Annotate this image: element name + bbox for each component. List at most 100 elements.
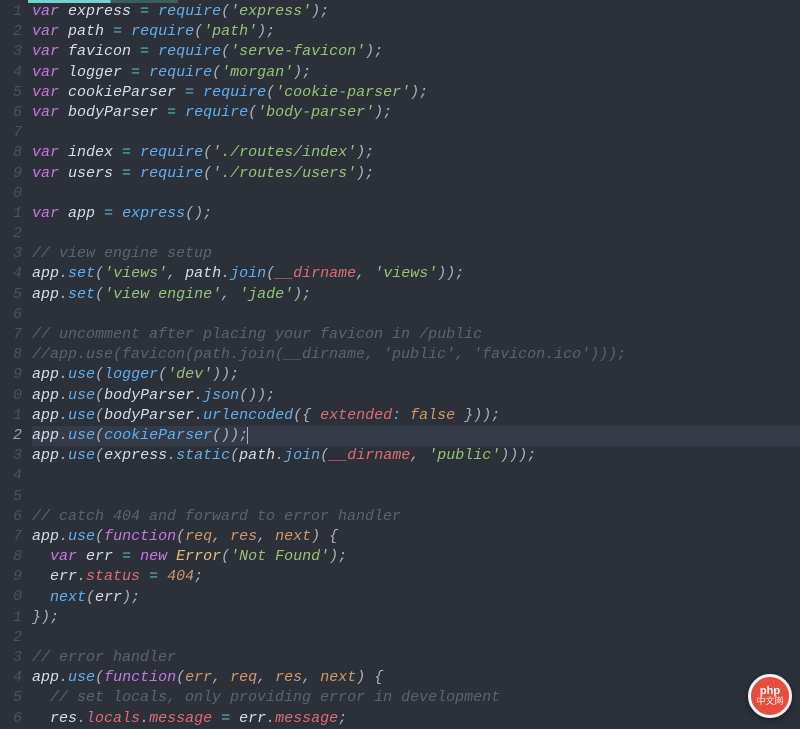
token-kw: var [32, 84, 59, 101]
code-line[interactable]: //app.use(favicon(path.join(__dirname, '… [32, 345, 800, 365]
token-punc: ()); [212, 427, 248, 444]
code-line[interactable]: app.use(function(req, res, next) { [32, 527, 800, 547]
token-punc: ( [95, 669, 104, 686]
token-fn: require [158, 3, 221, 20]
token-str: './routes/users' [212, 165, 356, 182]
token-punc: ); [311, 3, 329, 20]
code-line[interactable]: var cookieParser = require('cookie-parse… [32, 83, 800, 103]
code-line[interactable] [32, 487, 800, 507]
token-str: 'body-parser' [257, 104, 374, 121]
token-punc: . [59, 447, 68, 464]
line-number: 8 [0, 345, 22, 365]
token-punc: . [59, 265, 68, 282]
token-cmt: // set locals, only providing error in d… [50, 689, 500, 706]
code-line[interactable]: var app = express(); [32, 204, 800, 224]
code-line[interactable]: next(err); [32, 588, 800, 608]
code-line[interactable] [32, 184, 800, 204]
token-op: : [392, 407, 401, 424]
token-arg: next [320, 669, 356, 686]
token-punc: ({ [293, 407, 320, 424]
code-line[interactable]: app.use(logger('dev')); [32, 365, 800, 385]
token-id: bodyParser [59, 104, 167, 121]
code-line[interactable] [32, 224, 800, 244]
code-line[interactable]: var bodyParser = require('body-parser'); [32, 103, 800, 123]
token-id [32, 548, 50, 565]
token-punc: ) { [356, 669, 383, 686]
token-kw: var [32, 144, 59, 161]
code-line[interactable] [32, 305, 800, 325]
token-id [131, 144, 140, 161]
code-line[interactable]: app.use(bodyParser.urlencoded({ extended… [32, 406, 800, 426]
token-punc: . [59, 286, 68, 303]
token-punc: . [77, 710, 86, 727]
token-punc: ); [410, 84, 428, 101]
code-line[interactable]: // error handler [32, 648, 800, 668]
token-kw: function [104, 669, 176, 686]
line-number: 9 [0, 567, 22, 587]
token-cmt: //app.use(favicon(path.join(__dirname, '… [32, 346, 626, 363]
code-line[interactable]: err.status = 404; [32, 567, 800, 587]
token-id: err [230, 710, 266, 727]
token-fn: require [185, 104, 248, 121]
token-punc: . [59, 528, 68, 545]
code-line[interactable]: app.use(express.static(path.join(__dirna… [32, 446, 800, 466]
token-fn: require [203, 84, 266, 101]
token-punc: ( [212, 64, 221, 81]
token-glb: __dirname [275, 265, 356, 282]
token-op: = [167, 104, 176, 121]
code-line[interactable]: var logger = require('morgan'); [32, 63, 800, 83]
token-prop: locals [86, 710, 140, 727]
code-line[interactable]: app.use(function(err, req, res, next) { [32, 668, 800, 688]
token-id: favicon [59, 43, 140, 60]
code-line[interactable]: // catch 404 and forward to error handle… [32, 507, 800, 527]
token-punc: ); [365, 43, 383, 60]
code-line[interactable]: var err = new Error('Not Found'); [32, 547, 800, 567]
code-line[interactable]: app.use(cookieParser()); [32, 426, 800, 446]
code-line[interactable]: var favicon = require('serve-favicon'); [32, 42, 800, 62]
code-line[interactable]: app.set('views', path.join(__dirname, 'v… [32, 264, 800, 284]
code-line[interactable]: var path = require('path'); [32, 22, 800, 42]
token-punc: ; [194, 568, 203, 585]
token-fn: use [68, 366, 95, 383]
token-id: path [59, 23, 113, 40]
line-number: 7 [0, 325, 22, 345]
token-id [113, 205, 122, 222]
token-id: users [59, 165, 122, 182]
code-line[interactable]: var users = require('./routes/users'); [32, 164, 800, 184]
line-number: 4 [0, 264, 22, 284]
line-number: 0 [0, 386, 22, 406]
line-number: 8 [0, 143, 22, 163]
token-punc: . [77, 568, 86, 585]
token-id: path [185, 265, 221, 282]
code-line[interactable] [32, 628, 800, 648]
token-err: Error [176, 548, 221, 565]
code-line[interactable]: }); [32, 608, 800, 628]
line-number-gutter: 123456789012345678901234567890123456 [0, 0, 28, 726]
code-line[interactable]: var express = require('express'); [32, 2, 800, 22]
token-fn: express [122, 205, 185, 222]
token-punc: . [59, 387, 68, 404]
code-line[interactable]: var index = require('./routes/index'); [32, 143, 800, 163]
line-number: 7 [0, 123, 22, 143]
code-line[interactable] [32, 466, 800, 486]
code-line[interactable]: // uncomment after placing your favicon … [32, 325, 800, 345]
code-line[interactable]: // view engine setup [32, 244, 800, 264]
code-line[interactable]: app.set('view engine', 'jade'); [32, 285, 800, 305]
line-number: 5 [0, 487, 22, 507]
token-punc: ( [176, 669, 185, 686]
code-area[interactable]: var express = require('express');var pat… [28, 0, 800, 726]
token-fn: join [284, 447, 320, 464]
token-punc: ( [95, 407, 104, 424]
token-fn: cookieParser [104, 427, 212, 444]
token-punc: , [410, 447, 428, 464]
code-line[interactable]: // set locals, only providing error in d… [32, 688, 800, 708]
code-editor[interactable]: 123456789012345678901234567890123456 var… [0, 0, 800, 726]
token-bool: false [410, 407, 455, 424]
token-arg: next [275, 528, 311, 545]
line-number: 4 [0, 668, 22, 688]
code-line[interactable]: app.use(bodyParser.json()); [32, 386, 800, 406]
token-punc: , [356, 265, 374, 282]
token-str: 'dev' [167, 366, 212, 383]
token-str: 'view engine' [104, 286, 221, 303]
code-line[interactable] [32, 123, 800, 143]
